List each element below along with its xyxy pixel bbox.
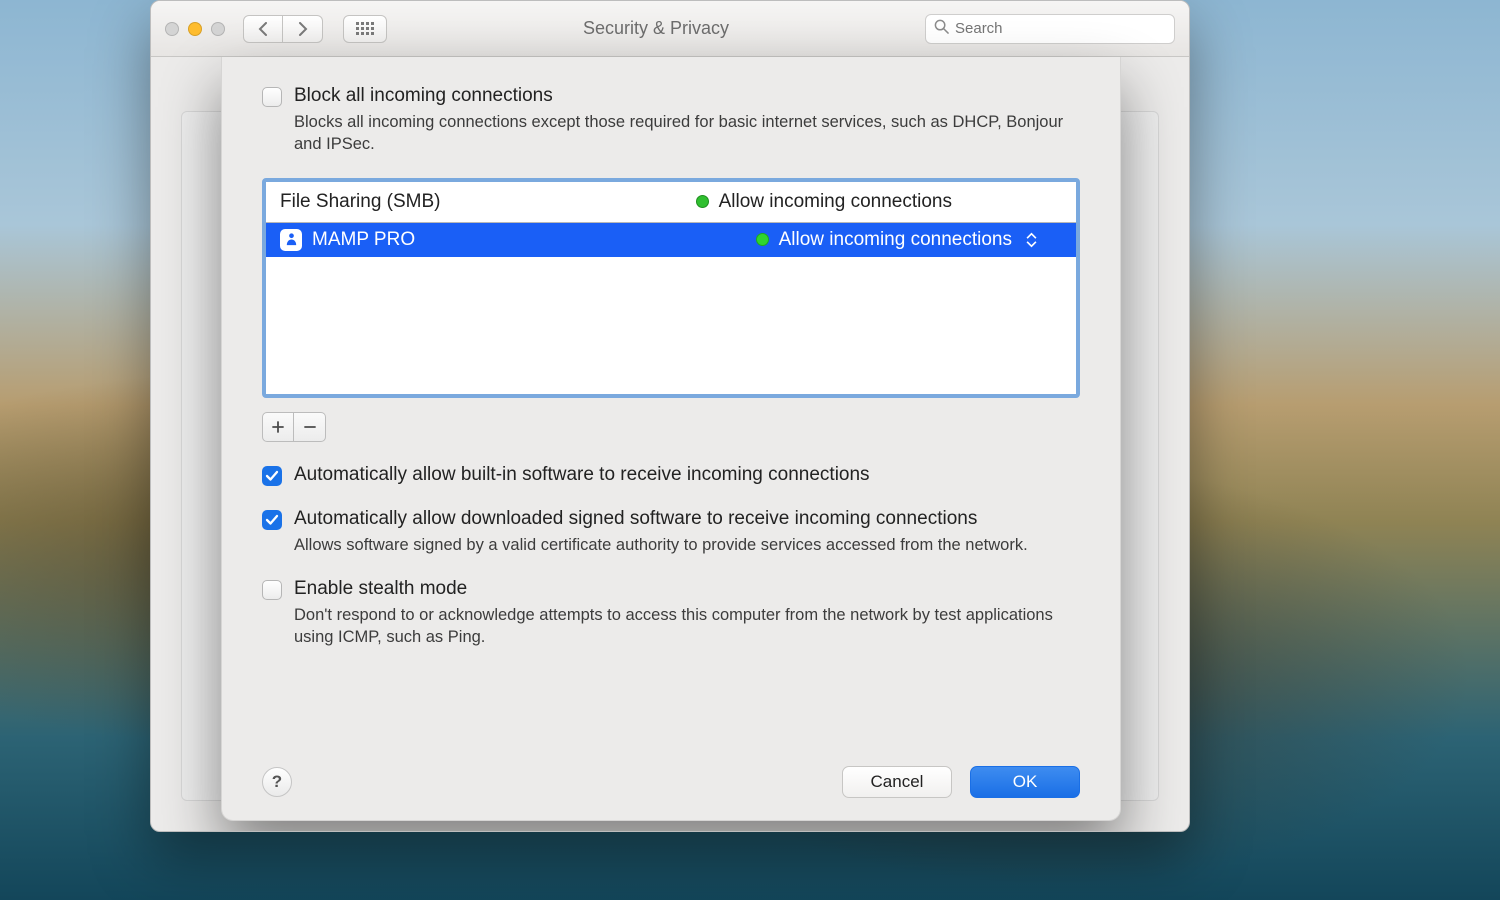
firewall-apps-list[interactable]: File Sharing (SMB) Allow incoming connec… <box>262 178 1080 398</box>
row-status-label: Allow incoming connections <box>779 229 1012 251</box>
firewall-options-sheet: Block all incoming connections Blocks al… <box>221 57 1121 821</box>
block-all-checkbox[interactable] <box>262 87 282 107</box>
auto-builtin-label: Automatically allow built-in software to… <box>294 464 870 486</box>
search-field[interactable] <box>925 14 1175 44</box>
block-all-description: Blocks all incoming connections except t… <box>294 111 1074 156</box>
search-icon <box>934 19 949 38</box>
grid-icon <box>356 22 374 35</box>
cancel-button[interactable]: Cancel <box>842 766 952 798</box>
add-remove-buttons <box>262 412 1080 442</box>
stealth-label: Enable stealth mode <box>294 578 1074 600</box>
list-row-selected[interactable]: MAMP PRO Allow incoming connections <box>266 223 1076 257</box>
auto-signed-description: Allows software signed by a valid certif… <box>294 534 1028 556</box>
block-all-option: Block all incoming connections Blocks al… <box>262 85 1080 156</box>
auto-signed-label: Automatically allow downloaded signed so… <box>294 508 1028 530</box>
stealth-option: Enable stealth mode Don't respond to or … <box>262 578 1080 649</box>
show-all-prefs-button[interactable] <box>343 15 387 43</box>
allow-status-icon <box>696 195 709 208</box>
sheet-footer: ? Cancel OK <box>262 766 1080 798</box>
preferences-window: Security & Privacy Block all incoming co… <box>150 0 1190 832</box>
stealth-checkbox[interactable] <box>262 580 282 600</box>
auto-builtin-option: Automatically allow built-in software to… <box>262 464 1080 486</box>
add-app-button[interactable] <box>262 412 294 442</box>
window-title: Security & Privacy <box>397 18 915 39</box>
close-window-icon[interactable] <box>165 22 179 36</box>
nav-buttons <box>243 15 323 43</box>
app-icon <box>280 229 302 251</box>
auto-signed-checkbox[interactable] <box>262 510 282 530</box>
help-button[interactable]: ? <box>262 767 292 797</box>
window-titlebar: Security & Privacy <box>151 1 1189 57</box>
search-input[interactable] <box>955 20 1166 37</box>
back-button[interactable] <box>243 15 283 43</box>
minimize-window-icon[interactable] <box>188 22 202 36</box>
list-header-name: File Sharing (SMB) <box>280 191 441 213</box>
list-header-status: Allow incoming connections <box>719 191 952 213</box>
auto-builtin-checkbox[interactable] <box>262 466 282 486</box>
row-status-dropdown[interactable]: Allow incoming connections <box>756 229 1040 251</box>
auto-signed-option: Automatically allow downloaded signed so… <box>262 508 1080 556</box>
ok-button[interactable]: OK <box>970 766 1080 798</box>
app-name: MAMP PRO <box>312 229 415 251</box>
remove-app-button[interactable] <box>294 412 326 442</box>
fullscreen-window-icon[interactable] <box>211 22 225 36</box>
traffic-lights <box>165 22 225 36</box>
stealth-description: Don't respond to or acknowledge attempts… <box>294 604 1074 649</box>
list-header-row[interactable]: File Sharing (SMB) Allow incoming connec… <box>266 182 1076 223</box>
dropdown-stepper-icon <box>1026 232 1040 248</box>
block-all-label: Block all incoming connections <box>294 85 1074 107</box>
forward-button[interactable] <box>283 15 323 43</box>
allow-status-icon <box>756 233 769 246</box>
